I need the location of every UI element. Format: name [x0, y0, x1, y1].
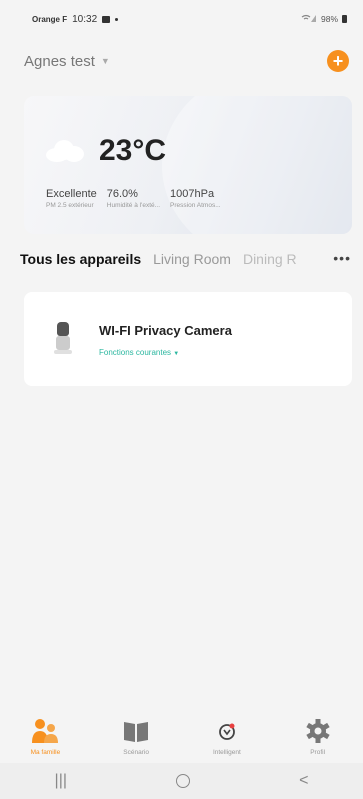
room-tabs: Tous les appareils Living Room Dining R … [20, 250, 351, 268]
cloud-icon [46, 140, 84, 162]
nav-label: Scénario [123, 749, 149, 756]
pressure-stat: 1007hPa Pression Atmos... [170, 188, 221, 209]
home-icon[interactable] [176, 774, 191, 788]
carrier-name: Orange F [32, 14, 68, 24]
smart-icon [212, 717, 242, 745]
nav-scenario[interactable]: Scénario [96, 717, 176, 756]
card-background-decoration [162, 96, 352, 234]
clock: 10:32 [72, 13, 98, 25]
add-device-button[interactable]: + [327, 50, 349, 72]
weather-card[interactable]: 23°C Excellente PM 2.5 extérieur 76.0% H… [24, 96, 352, 234]
nav-profile[interactable]: Profil [278, 717, 358, 756]
back-icon[interactable]: < [299, 772, 308, 790]
device-name: WI-FI Privacy Camera [99, 323, 232, 338]
plus-icon: + [332, 51, 344, 71]
status-bar: Orange F 10:32 98% [0, 0, 363, 38]
stat-value: 76.0% [106, 188, 138, 200]
home-selector[interactable]: Agnes test ▼ [24, 53, 110, 70]
home-header: Agnes test ▼ + [24, 48, 349, 74]
common-functions-dropdown[interactable]: Fonctions courantes ▼ [99, 348, 179, 357]
gear-icon [303, 717, 333, 745]
caret-down-icon: ▼ [173, 351, 180, 357]
pm25-stat: Excellente PM 2.5 extérieur [46, 188, 97, 209]
weather-stats: Excellente PM 2.5 extérieur 76.0% Humidi… [46, 188, 221, 209]
home-name-label: Agnes test [24, 52, 95, 70]
more-icon[interactable]: ••• [329, 250, 351, 266]
recent-apps-icon[interactable]: ||| [55, 772, 67, 790]
stat-label: Humidité à l'exté... [106, 202, 161, 209]
humidity-stat: 76.0% Humidité à l'exté... [107, 188, 160, 209]
nav-label: Intelligent [212, 749, 241, 756]
tab-all-devices[interactable]: Tous les appareils [20, 251, 141, 267]
stat-label: PM 2.5 extérieur [46, 202, 94, 209]
common-functions-label: Fonctions courantes [99, 348, 172, 357]
nav-intelligent[interactable]: Intelligent [187, 717, 267, 756]
system-navigation-bar: ||| < [0, 763, 363, 799]
battery-icon [342, 15, 347, 23]
tab-living-room[interactable]: Living Room [153, 251, 231, 267]
gallery-notification-icon [102, 15, 111, 23]
bottom-navigation: Ma famille Scénario Intelligent Profil [0, 713, 363, 763]
battery-percent: 98% [320, 14, 338, 24]
wifi-signal-icon [301, 14, 317, 25]
family-icon [30, 717, 60, 745]
tab-dining-room[interactable]: Dining R [243, 251, 297, 267]
nav-my-family[interactable]: Ma famille [5, 717, 85, 756]
book-icon [121, 717, 151, 745]
caret-down-icon: ▼ [100, 56, 110, 66]
temperature-value: 23°C [99, 134, 167, 167]
stat-value: 1007hPa [170, 188, 215, 200]
camera-icon [54, 322, 72, 356]
stat-value: Excellente [46, 188, 97, 200]
stat-label: Pression Atmos... [170, 202, 221, 209]
dot-notification-icon [115, 17, 119, 21]
nav-label: Profil [310, 749, 326, 756]
device-card[interactable]: WI-FI Privacy Camera Fonctions courantes… [24, 292, 352, 386]
nav-label: Ma famille [30, 749, 61, 756]
